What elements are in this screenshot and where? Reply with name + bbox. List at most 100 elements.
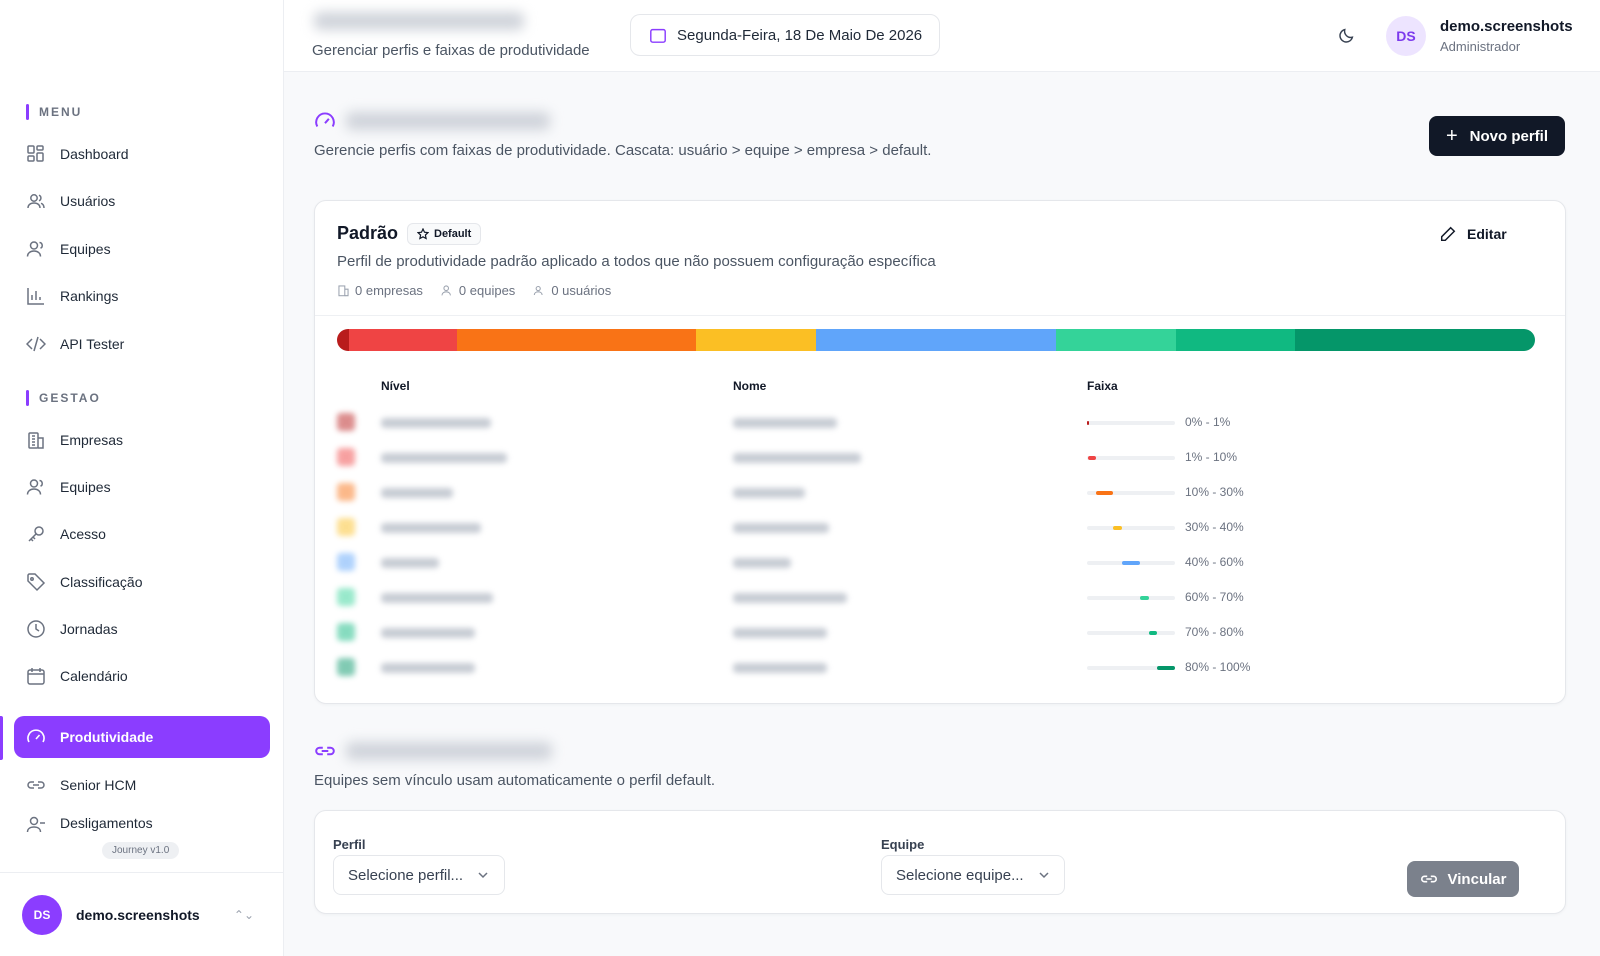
level-name-redacted [381, 453, 507, 463]
profile-select[interactable]: Selecione perfil... [333, 855, 505, 895]
profiles-section-title-redacted [346, 112, 550, 130]
gradient-segment [348, 329, 457, 351]
table-row[interactable]: 10% - 30% [337, 481, 1535, 503]
sidebar-item-label: Equipes [60, 241, 111, 257]
building-icon [28, 432, 44, 449]
link-description: Equipes sem vínculo usam automaticamente… [314, 772, 716, 789]
level-label-redacted [733, 593, 847, 603]
new-profile-button[interactable]: + Novo perfil [1429, 116, 1565, 156]
sidebar-item-label: Senior HCM [60, 777, 137, 793]
range-track [1087, 491, 1175, 495]
level-color-swatch [337, 448, 355, 466]
calendar-icon [27, 668, 45, 685]
sidebar-item-empresas[interactable]: Empresas [14, 419, 270, 461]
chevron-down-icon [478, 872, 488, 879]
table-row[interactable]: 80% - 100% [337, 656, 1535, 678]
top-header: Gerenciar perfis e faixas de produtivida… [284, 0, 1600, 72]
table-row[interactable]: 60% - 70% [337, 586, 1535, 608]
tag-icon [27, 573, 46, 592]
users-icon [534, 285, 543, 296]
stat-empresas: 0 empresas [337, 283, 423, 298]
level-name-redacted [381, 663, 475, 673]
range-track [1087, 526, 1175, 530]
table-row[interactable]: 1% - 10% [337, 446, 1535, 468]
plus-icon: + [1445, 124, 1458, 147]
gradient-segment [1175, 329, 1296, 351]
range-text: 1% - 10% [1185, 450, 1238, 464]
sidebar-item-desligamentos[interactable]: Desligamentos [14, 812, 270, 834]
avatar: DS [22, 894, 62, 935]
team-icon [26, 479, 43, 495]
sidebar-item-label: Acesso [60, 526, 106, 542]
range-fill [1157, 666, 1175, 670]
sidebar-item-label: Usuários [60, 193, 116, 209]
profile-field-label: Perfil [333, 837, 366, 852]
level-color-swatch [337, 588, 355, 606]
level-color-swatch [337, 553, 355, 571]
range-text: 0% - 1% [1185, 415, 1231, 429]
code-icon [26, 336, 46, 352]
date-display[interactable]: Segunda-Feira, 18 De Maio De 2026 [630, 14, 940, 56]
gauge-icon [315, 112, 335, 127]
active-nav-marker [0, 716, 3, 760]
sidebar-item-senior-hcm[interactable]: Senior HCM [14, 764, 270, 806]
table-row[interactable]: 70% - 80% [337, 621, 1535, 643]
range-track [1087, 631, 1175, 635]
range-text: 70% - 80% [1185, 625, 1244, 639]
sidebar-item-label: Dashboard [60, 146, 129, 162]
table-row[interactable]: 30% - 40% [337, 516, 1535, 538]
gradient-segment [816, 329, 1056, 351]
sidebar-item-calendario[interactable]: Calendário [14, 655, 270, 697]
sidebar-item-produtividade[interactable]: Produtividade [14, 716, 270, 758]
range-text: 80% - 100% [1185, 660, 1251, 674]
profile-description: Perfil de produtividade padrão aplicado … [337, 253, 936, 270]
dashboard-icon [27, 145, 44, 162]
gestao-section-label: GESTAO [26, 390, 101, 406]
link-button[interactable]: Vincular [1407, 861, 1519, 897]
sidebar-item-classificacao[interactable]: Classificação [14, 561, 270, 603]
level-color-swatch [337, 483, 355, 501]
clock-icon [27, 620, 45, 638]
sidebar-item-jornadas[interactable]: Jornadas [14, 608, 270, 650]
range-track [1087, 421, 1175, 425]
column-header-nome: Nome [733, 379, 767, 393]
column-header-nivel: Nível [381, 379, 410, 393]
level-label-redacted [733, 523, 829, 533]
range-fill [1139, 596, 1149, 600]
sidebar: MENU Dashboard Usuários Equipes Rankings… [0, 0, 284, 956]
link-section-title-redacted [346, 742, 552, 760]
chevron-up-down-icon[interactable]: ⌃⌄ [234, 908, 254, 922]
edit-profile-button[interactable]: Editar [1439, 225, 1507, 243]
sidebar-item-api-tester[interactable]: API Tester [14, 323, 270, 365]
link-icon [27, 781, 45, 789]
sidebar-item-label: Equipes [60, 479, 111, 495]
moon-icon[interactable] [1338, 26, 1356, 44]
header-user-role: Administrador [1440, 39, 1521, 54]
sidebar-item-equipes[interactable]: Equipes [14, 228, 270, 270]
main-content: Gerencie perfis com faixas de produtivid… [284, 72, 1600, 956]
level-name-redacted [381, 418, 491, 428]
range-fill [1087, 456, 1096, 460]
sidebar-item-label: Calendário [60, 668, 128, 684]
sidebar-item-label: API Tester [60, 336, 125, 352]
users-icon [27, 194, 45, 209]
chevron-down-icon [1039, 872, 1049, 879]
sidebar-item-acesso[interactable]: Acesso [14, 513, 270, 555]
sidebar-item-equipes-gestao[interactable]: Equipes [14, 466, 270, 508]
sidebar-item-dashboard[interactable]: Dashboard [14, 133, 270, 175]
level-color-swatch [337, 518, 355, 536]
building-icon [338, 285, 349, 297]
sidebar-item-rankings[interactable]: Rankings [14, 275, 270, 317]
table-row[interactable]: 40% - 60% [337, 551, 1535, 573]
version-badge: Journey v1.0 [102, 842, 180, 859]
sidebar-user-name: demo.screenshots [76, 906, 200, 923]
sidebar-user[interactable]: DS demo.screenshots ⌃⌄ [0, 872, 284, 956]
menu-section-label: MENU [26, 104, 82, 120]
avatar[interactable]: DS [1386, 16, 1426, 56]
range-text: 40% - 60% [1185, 555, 1244, 569]
profile-name: Padrão [337, 223, 399, 243]
table-row[interactable]: 0% - 1% [337, 411, 1535, 433]
team-select[interactable]: Selecione equipe... [881, 855, 1065, 895]
sidebar-item-usuarios[interactable]: Usuários [14, 180, 270, 222]
page-title-redacted [314, 12, 524, 30]
